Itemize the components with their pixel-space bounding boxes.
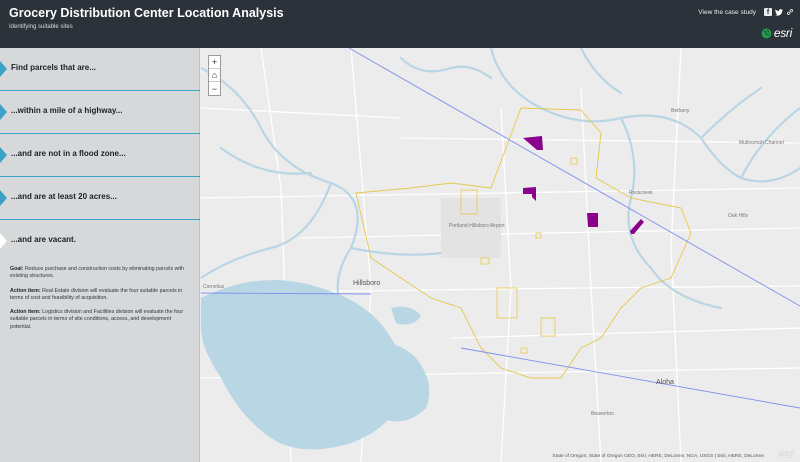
story-sidebar: Find parcels that are... ...within a mil… [0, 48, 200, 462]
map-esri-logo: esri [777, 449, 794, 460]
home-button[interactable]: ⌂ [209, 69, 220, 82]
goal-text: Reduce purchase and construction costs b… [10, 266, 185, 280]
globe-icon [761, 28, 772, 38]
map-attribution: State of Oregon, State of Oregon GEO, Es… [552, 454, 764, 459]
step-arrow-icon [0, 147, 7, 163]
step-min-acres[interactable]: ...and are at least 20 acres... [0, 177, 200, 220]
step-arrow-icon [0, 233, 7, 249]
twitter-icon[interactable] [775, 8, 783, 16]
map-label-oak-hills: Oak Hills [728, 213, 749, 219]
step-label: ...within a mile of a highway... [11, 106, 123, 115]
map-label-rockcreek: Rockcreek [629, 190, 653, 196]
facebook-icon[interactable]: f [764, 8, 772, 16]
step-arrow-icon [0, 190, 7, 206]
action-item-paragraph: Action item: Logistics division and Faci… [10, 309, 192, 331]
app-subtitle: Identifying suitable sites [9, 24, 73, 30]
map-label-airport: Portland-Hillsboro Airport [449, 223, 505, 229]
map-label-beaverton: Beaverton [591, 411, 614, 417]
case-study-link[interactable]: View the case study [698, 9, 756, 16]
map-label-cornelius: Cornelius [203, 284, 225, 290]
step-label: ...and are at least 20 acres... [11, 192, 117, 201]
map-label-bethany: Bethany [671, 108, 690, 114]
zoom-in-button[interactable]: + [209, 56, 220, 69]
link-icon[interactable] [786, 8, 794, 16]
step-within-highway[interactable]: ...within a mile of a highway... [0, 91, 200, 134]
map-view[interactable]: Hillsboro Aloha Rockcreek Oak Hills Port… [201, 48, 800, 462]
app-header: Grocery Distribution Center Location Ana… [0, 0, 800, 48]
step-find-parcels[interactable]: Find parcels that are... [0, 48, 200, 91]
map-label-aloha: Aloha [656, 379, 674, 386]
goal-paragraph: Goal: Reduce purchase and construction c… [10, 266, 192, 281]
step-label: Find parcels that are... [11, 63, 96, 72]
step-arrow-icon [0, 61, 7, 77]
step-vacant[interactable]: ...and are vacant. [0, 220, 200, 263]
app-title: Grocery Distribution Center Location Ana… [9, 6, 284, 20]
map-label-multnomah: Multnomah Channel [739, 140, 784, 146]
esri-logo-text: esri [773, 26, 792, 40]
map-label-hillsboro: Hillsboro [353, 280, 381, 287]
step-label: ...and are vacant. [11, 235, 76, 244]
action-item-paragraph: Action item: Real Estate division will e… [10, 288, 192, 303]
zoom-controls: + ⌂ − [208, 55, 221, 96]
action-item-label: Action item: [10, 309, 41, 316]
zoom-out-button[interactable]: − [209, 82, 220, 95]
step-label: ...and are not in a flood zone... [11, 149, 126, 158]
step-not-flood-zone[interactable]: ...and are not in a flood zone... [0, 134, 200, 177]
action-item-label: Action item: [10, 287, 41, 294]
esri-logo: esri [761, 26, 792, 40]
goal-label: Goal: [10, 266, 24, 272]
step-details: Goal: Reduce purchase and construction c… [10, 266, 192, 338]
basemap [201, 48, 800, 462]
step-arrow-icon [0, 104, 7, 120]
